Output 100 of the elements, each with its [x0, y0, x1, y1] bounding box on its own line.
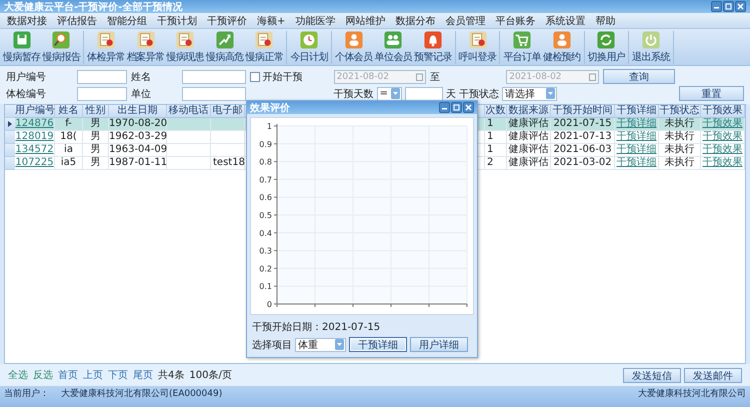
minimize-button[interactable]: [439, 102, 450, 113]
query-button[interactable]: 查询: [602, 69, 675, 84]
item-select[interactable]: 体重: [295, 338, 346, 352]
column-header: 干预状态: [659, 105, 701, 118]
reset-button[interactable]: 重置: [678, 86, 744, 101]
toolbar-button[interactable]: 单位会员: [373, 31, 414, 64]
effect-link[interactable]: 干预效果: [702, 144, 742, 155]
user-id-link[interactable]: 134572: [15, 144, 54, 155]
user-id-link[interactable]: 107225: [15, 157, 54, 168]
dialog-button[interactable]: 用户详细: [410, 337, 468, 352]
menu-item[interactable]: 数据对接: [2, 14, 52, 28]
close-button[interactable]: [735, 1, 746, 12]
corner-header: [5, 105, 15, 118]
menu-item[interactable]: 网站维护: [340, 14, 390, 28]
pager-link[interactable]: 上页: [83, 368, 103, 382]
person-icon: [552, 31, 571, 49]
input-field[interactable]: [182, 70, 246, 84]
field-label: 干预状态: [459, 88, 500, 100]
person-icon: [344, 31, 363, 49]
table-cell: 2: [485, 157, 507, 170]
menu-item[interactable]: 数据分布: [390, 14, 440, 28]
document-icon: [136, 31, 155, 49]
field-label: 体检编号: [6, 88, 47, 100]
toolbar-button[interactable]: 今日计划: [289, 31, 329, 64]
dialog-button[interactable]: 干预详细: [349, 337, 407, 352]
menu-item[interactable]: 功能医学: [290, 14, 340, 28]
effect-link[interactable]: 干预效果: [702, 118, 742, 129]
column-header: 用户编号: [15, 105, 55, 118]
search-icon: [52, 31, 70, 49]
toolbar-button[interactable]: 档案异常: [126, 31, 166, 64]
menu-item[interactable]: 干预评价: [202, 14, 252, 28]
toolbar-button[interactable]: 健检预约: [542, 31, 582, 64]
input-field[interactable]: [77, 86, 128, 100]
tick-label: 0.7: [259, 175, 272, 184]
cart-icon: [513, 31, 532, 49]
table-cell: 健康评估: [507, 157, 551, 170]
pager-link[interactable]: 反选: [33, 368, 53, 382]
tick-label: 0: [266, 300, 272, 309]
operator-select[interactable]: =: [376, 86, 402, 100]
toolbar-button[interactable]: 个体会员: [334, 31, 374, 64]
table-cell: 男: [83, 118, 109, 131]
table-cell: 1: [485, 131, 507, 144]
send-button[interactable]: 发送短信: [623, 368, 681, 382]
toolbar-button[interactable]: 慢病高危: [205, 31, 245, 64]
bell-icon: [424, 31, 442, 49]
field-label: 姓名: [131, 70, 152, 84]
menu-item[interactable]: 系统设置: [540, 14, 590, 28]
menu-item[interactable]: 会员管理: [440, 14, 490, 28]
menu-item[interactable]: 评估报告: [52, 14, 102, 28]
input-field[interactable]: [405, 86, 444, 100]
checkbox[interactable]: [250, 72, 260, 82]
record-count: 共4条: [158, 368, 184, 382]
table-cell: 1962-03-29: [109, 131, 167, 144]
effect-link[interactable]: 干预效果: [702, 131, 742, 142]
document-icon: [176, 31, 194, 49]
input-field[interactable]: [182, 86, 246, 100]
pager-link[interactable]: 首页: [58, 368, 78, 382]
table-cell: 18(: [55, 131, 83, 144]
column-header: 出生日期: [109, 105, 167, 118]
detail-link[interactable]: 干预详细: [616, 157, 656, 168]
table-cell: f-: [55, 118, 83, 131]
table-cell: 1: [485, 144, 507, 157]
pager-link[interactable]: 全选: [8, 368, 28, 382]
toolbar-button[interactable]: 慢病暂存: [2, 31, 42, 64]
toolbar-button[interactable]: 慢病报告: [42, 31, 82, 64]
toolbar-button[interactable]: 慢病正常: [244, 31, 284, 64]
pager-link[interactable]: 下页: [108, 368, 128, 382]
input-field[interactable]: [77, 70, 128, 84]
tick-label: 0.3: [259, 246, 272, 256]
toolbar-button[interactable]: 慢病现患: [165, 31, 206, 64]
table-cell: 2021-07-13: [551, 131, 615, 144]
menu-item[interactable]: 平台账务: [490, 14, 540, 28]
maximize-button[interactable]: [723, 1, 734, 12]
user-id-link[interactable]: 128019: [15, 131, 54, 142]
toolbar-button[interactable]: 预警记录: [413, 31, 453, 64]
toolbar-button[interactable]: 呼叫登录: [458, 31, 498, 64]
pager-link[interactable]: 尾页: [133, 368, 153, 382]
effect-link[interactable]: 干预效果: [702, 157, 742, 168]
clock-icon: [300, 31, 318, 49]
status-select[interactable]: 请选择: [502, 86, 558, 100]
tick-label: 0.5: [259, 211, 272, 220]
menu-item[interactable]: 帮助: [590, 14, 620, 28]
table-cell: 未执行: [659, 131, 701, 144]
menu-item[interactable]: 海额+: [252, 14, 290, 28]
menu-item[interactable]: 干预计划: [152, 14, 202, 28]
minimize-button[interactable]: [711, 1, 722, 12]
maximize-button[interactable]: [451, 102, 462, 113]
table-cell: ia5: [55, 157, 83, 170]
toolbar-button[interactable]: 体检异常: [86, 31, 126, 64]
close-button[interactable]: [463, 102, 474, 113]
row-header[interactable]: [5, 118, 15, 131]
detail-link[interactable]: 干预详细: [616, 144, 656, 155]
detail-link[interactable]: 干预详细: [616, 131, 656, 142]
send-button[interactable]: 发送邮件: [684, 368, 742, 382]
tick-label: 0.1: [259, 282, 272, 292]
toolbar-button[interactable]: 退出系统: [631, 31, 671, 64]
toolbar-button[interactable]: 平台订单: [502, 31, 542, 64]
menu-item[interactable]: 智能分组: [102, 14, 152, 28]
table-cell: 健康评估: [507, 131, 551, 144]
toolbar-button[interactable]: 切换用户: [586, 31, 626, 64]
